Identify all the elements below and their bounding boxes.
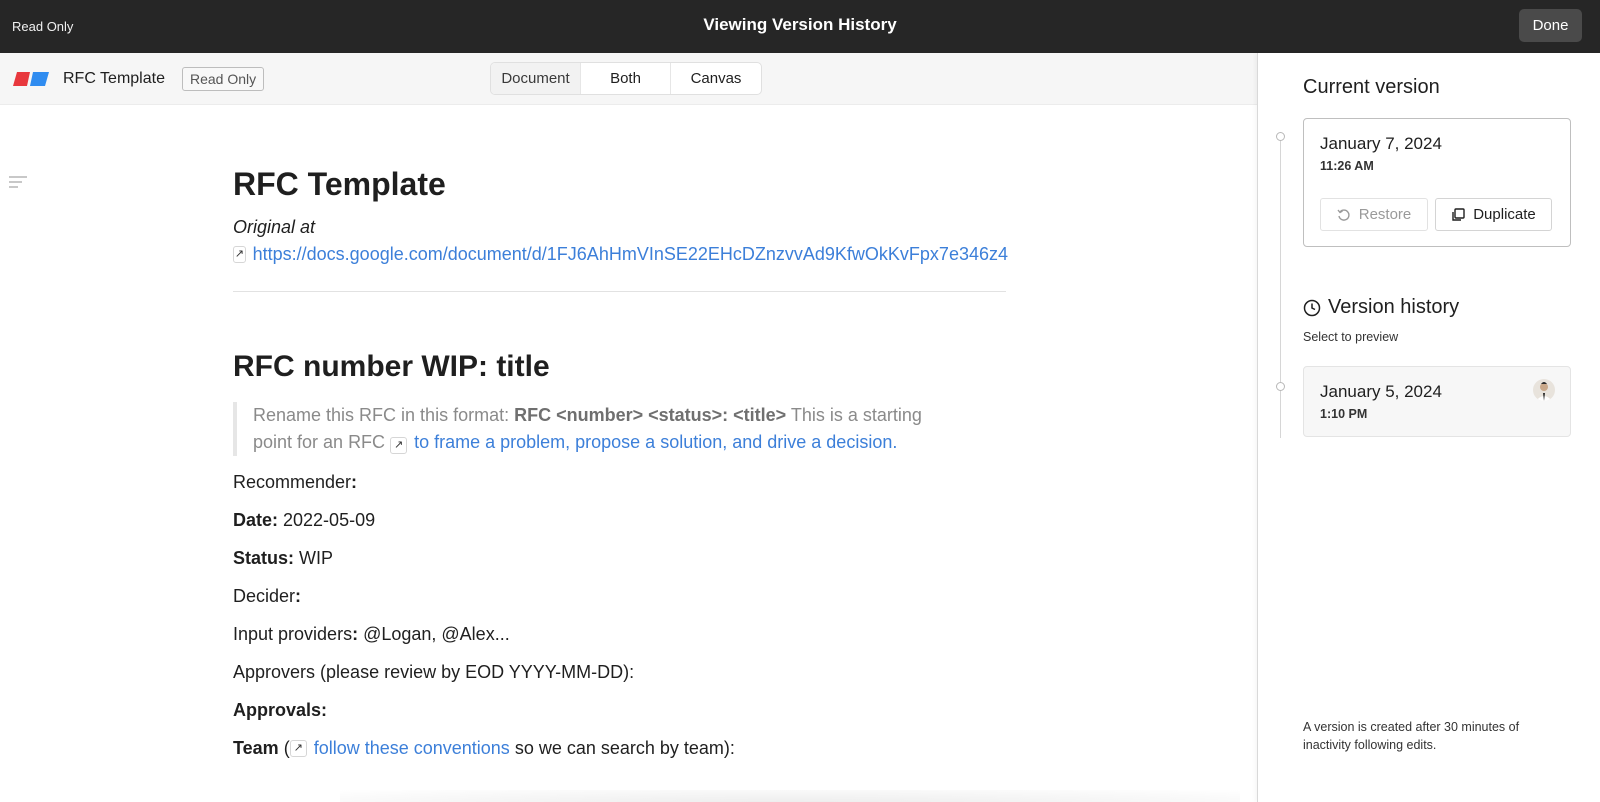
view-mode-toggle: Document Both Canvas [490,62,762,95]
recommender-colon: : [351,472,358,492]
date-value: 2022-05-09 [278,510,376,530]
timeline-dot [1276,382,1285,391]
external-link-icon: ↗ [233,246,246,263]
team-field: Team (↗ follow these conventions so we ca… [233,737,1008,760]
clock-icon [1303,299,1321,316]
top-bar: Read Only Viewing Version History Done [0,0,1600,53]
original-link-row: ↗ https://docs.google.com/document/d/1FJ… [233,244,1008,265]
avatar [1533,379,1555,401]
external-link-icon: ↗ [289,740,307,757]
version-history-title: Version history [1328,296,1460,318]
document-header: RFC Template Read Only Document Both Can… [0,53,1257,105]
original-link[interactable]: https://docs.google.com/document/d/1FJ6A… [253,244,1008,265]
quote-format: RFC <number> <status>: <title> [514,405,787,425]
restore-label: Restore [1358,206,1412,223]
tab-both[interactable]: Both [581,63,671,94]
duplicate-icon [1452,207,1465,221]
conventions-link[interactable]: follow these conventions [314,737,510,760]
team-open: ( [278,738,290,758]
page-title: Viewing Version History [703,15,897,34]
date-field: Date: 2022-05-09 [233,509,1008,532]
input-providers-label: Input providers [233,624,353,644]
team-label: Team [233,738,279,758]
restore-icon [1337,208,1350,221]
current-version-time: 11:26 AM [1320,159,1374,173]
version-history-panel: Current version January 7, 2024 11:26 AM… [1257,53,1600,802]
decider-colon: : [295,586,302,606]
scroll-shadow [340,790,1240,802]
version-history-heading: Version history [1303,296,1459,319]
timeline-dot [1276,132,1285,141]
document-body: RFC Template Original at ↗ https://docs.… [233,160,1008,760]
app-logo-icon[interactable] [13,72,49,86]
duplicate-button[interactable]: Duplicate [1435,198,1552,231]
decider-field: Decider: [233,585,1008,608]
version-item[interactable]: January 5, 2024 1:10 PM [1303,366,1571,437]
approvals-label: Approvals: [233,700,328,720]
original-at-label: Original at [233,217,316,237]
recommender-field: Recommender: [233,471,1008,494]
approvers-field: Approvers (please review by EOD YYYY-MM-… [233,662,635,682]
date-label: Date: [233,510,279,530]
tab-canvas[interactable]: Canvas [671,63,761,94]
decider-label: Decider [233,586,296,606]
version-note: A version is created after 30 minutes of… [1303,720,1520,752]
read-only-badge: Read Only [182,67,265,91]
restore-button[interactable]: Restore [1320,198,1428,231]
version-item-date: January 5, 2024 [1320,382,1442,401]
outline-icon[interactable] [9,175,27,189]
current-version-card[interactable]: January 7, 2024 11:26 AM Restore Duplica… [1303,118,1571,247]
done-button[interactable]: Done [1519,9,1582,42]
document-title: RFC Template [233,166,446,202]
status-label: Status: [233,548,295,568]
team-rest: so we can search by team): [509,738,735,758]
current-version-date: January 7, 2024 [1320,134,1442,153]
quote-prefix: Rename this RFC in this format: [253,405,515,425]
instruction-quote: Rename this RFC in this format: RFC <num… [233,402,953,456]
status-field: Status: WIP [233,547,1008,570]
external-link-icon: ↗ [390,437,408,454]
current-version-heading: Current version [1303,76,1440,98]
tab-document[interactable]: Document [491,63,581,94]
version-item-time: 1:10 PM [1320,407,1368,421]
duplicate-label: Duplicate [1473,206,1536,223]
divider [233,291,1006,292]
recommender-label: Recommender [233,472,352,492]
input-providers-value: @Logan, @Alex... [358,624,510,644]
document-name[interactable]: RFC Template [63,70,165,88]
approvals-field: Approvals: [233,699,1008,722]
version-history-subtitle: Select to preview [1303,330,1399,344]
timeline-line [1280,138,1281,438]
status-value: WIP [294,548,334,568]
input-providers-field: Input providers: @Logan, @Alex... [233,623,1008,646]
rfc-heading: RFC number WIP: title [233,350,550,383]
quote-link[interactable]: to frame a problem, propose a solution, … [414,432,897,452]
